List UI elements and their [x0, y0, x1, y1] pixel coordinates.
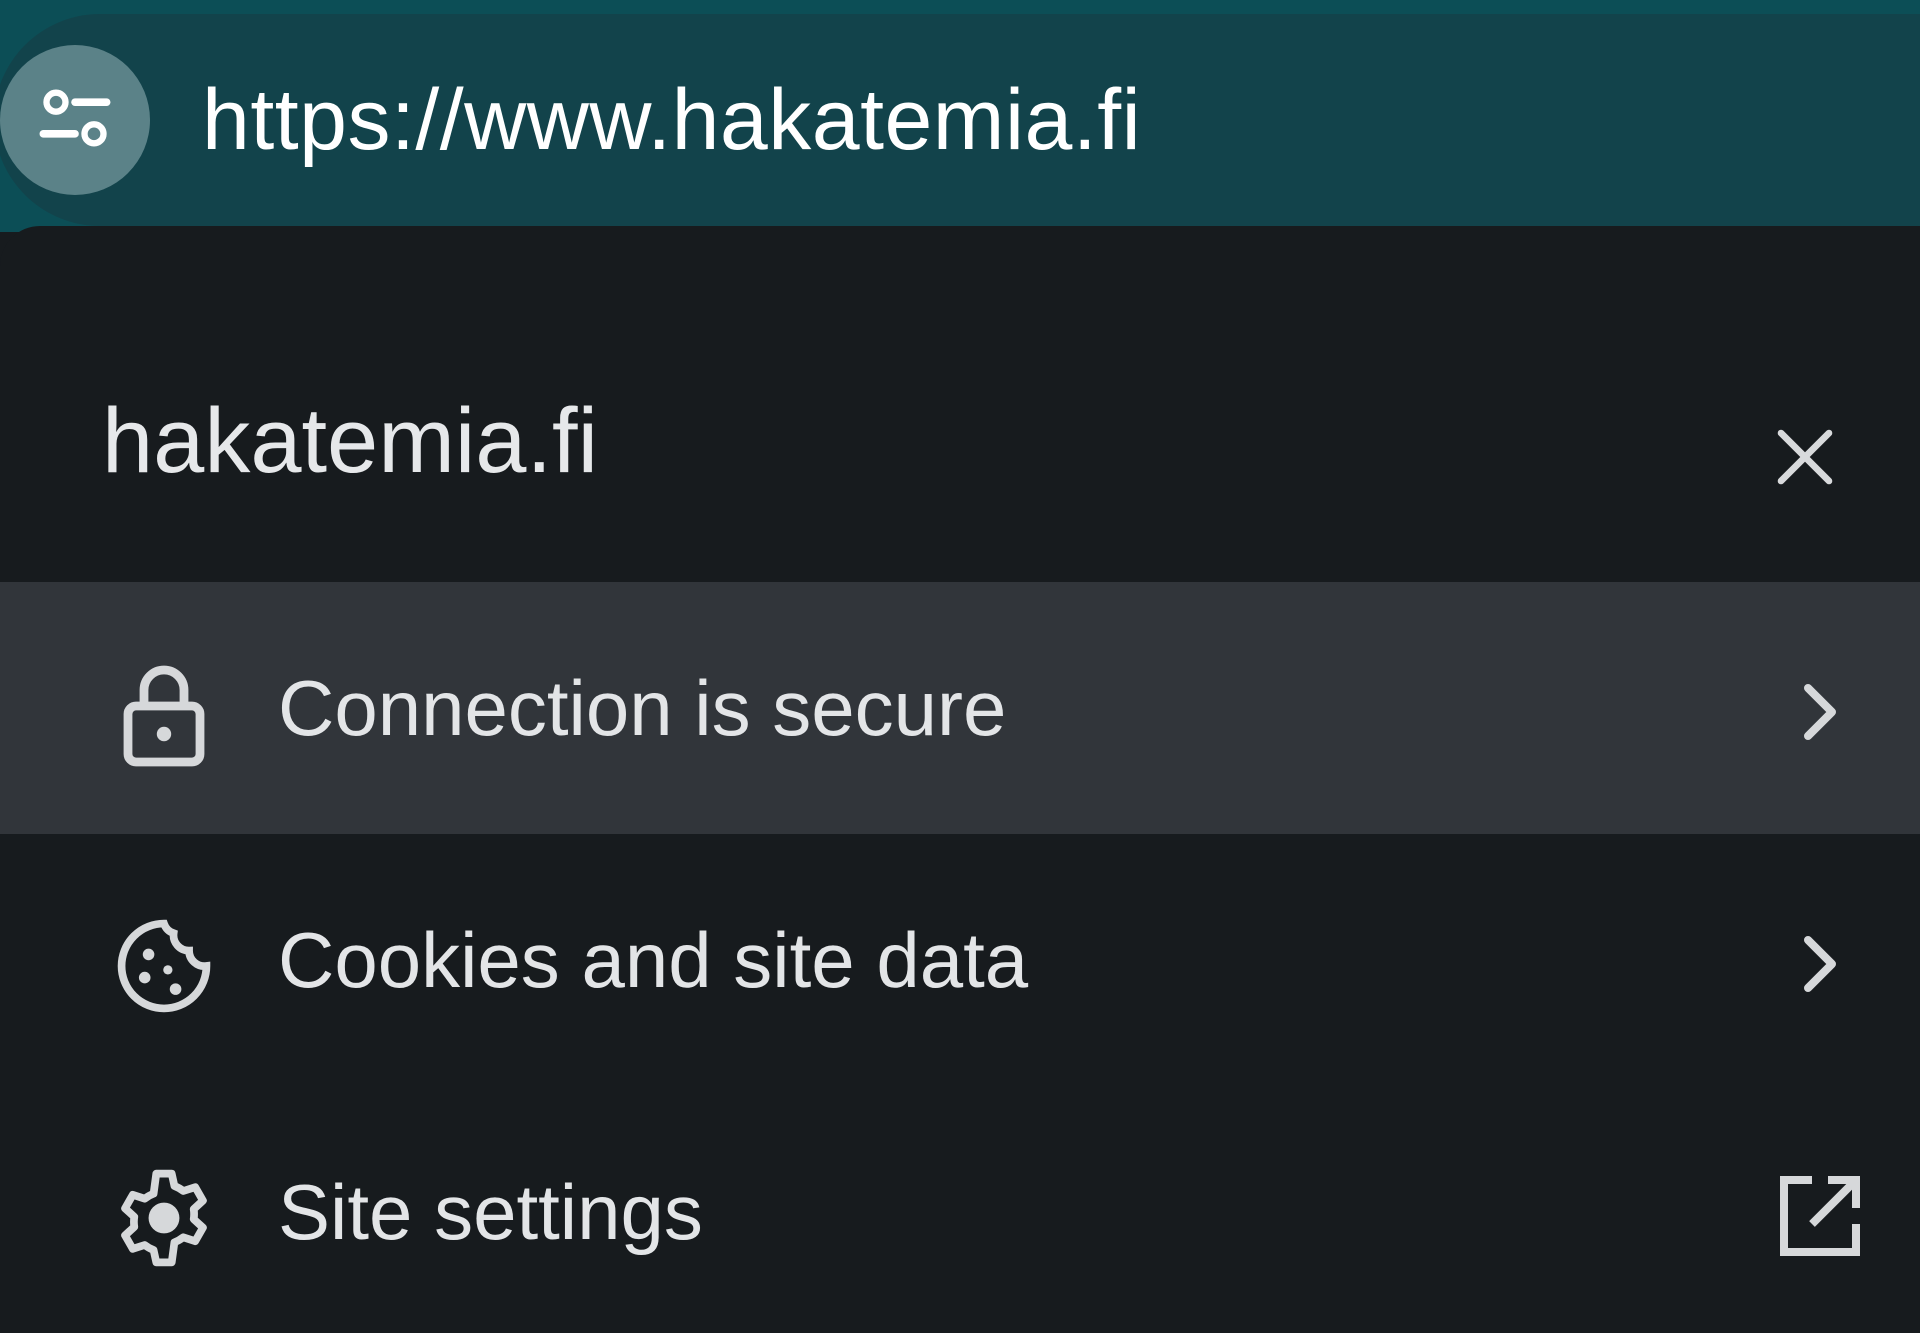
- tune-icon: [37, 80, 113, 161]
- cookies-label: Cookies and site data: [278, 916, 1029, 1004]
- site-settings-item[interactable]: Site settings: [0, 1086, 1920, 1333]
- close-icon: [1769, 421, 1841, 498]
- connection-security-item[interactable]: Connection is secure: [0, 582, 1920, 834]
- cookie-icon: [108, 910, 220, 1022]
- connection-security-label: Connection is secure: [278, 664, 1007, 752]
- close-button[interactable]: [1740, 394, 1870, 524]
- chevron-right-icon: [1770, 662, 1870, 762]
- url-text[interactable]: https://www.hakatemia.fi: [202, 14, 1141, 226]
- browser-toolbar: https://www.hakatemia.fi: [0, 0, 1920, 232]
- omnibox[interactable]: https://www.hakatemia.fi: [0, 14, 1920, 226]
- chevron-right-icon: [1770, 914, 1870, 1014]
- site-info-button[interactable]: [0, 45, 150, 195]
- cookies-item[interactable]: Cookies and site data: [0, 834, 1920, 1086]
- panel-header: hakatemia.fi: [0, 226, 1920, 582]
- lock-icon: [108, 658, 220, 770]
- browser-window: https://www.hakatemia.fi hakatemia.fi Co…: [0, 0, 1920, 1333]
- open-in-new-icon: [1770, 1166, 1870, 1266]
- site-info-panel: hakatemia.fi Connection is secure Cookie…: [0, 226, 1920, 1333]
- gear-icon: [108, 1162, 220, 1274]
- panel-title: hakatemia.fi: [102, 390, 599, 492]
- site-settings-label: Site settings: [278, 1168, 703, 1256]
